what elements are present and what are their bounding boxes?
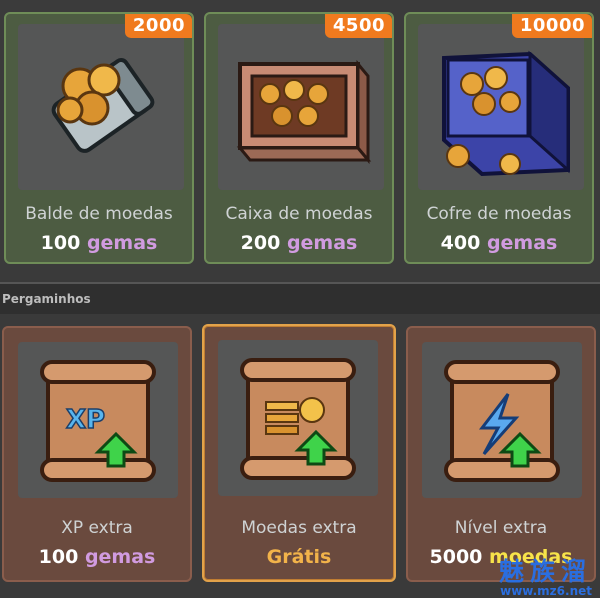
- item-name: Balde de moedas: [25, 204, 173, 224]
- watermark-logo: 魅族溜: [498, 557, 592, 586]
- price-unit: gemas: [286, 232, 358, 254]
- price-amount: 100: [38, 546, 79, 568]
- item-name: Caixa de moedas: [225, 204, 373, 224]
- xp-icon-text: XP: [66, 405, 105, 435]
- price-unit: gemas: [486, 232, 558, 254]
- item-image-frame: XP: [18, 342, 178, 498]
- item-name: Cofre de moedas: [426, 204, 572, 224]
- price-unit: gemas: [86, 232, 158, 254]
- coins-scroll-icon: [240, 358, 356, 480]
- section-header: Pergaminhos: [0, 282, 600, 314]
- item-image-frame: [422, 342, 582, 498]
- shop-item-coin-bucket[interactable]: 2000 Balde de moedas 100 gemas: [4, 12, 194, 264]
- item-image-frame: [218, 340, 378, 496]
- xp-scroll-icon: XP: [40, 360, 156, 482]
- price-amount: 400: [440, 232, 481, 254]
- level-scroll-icon: [444, 360, 560, 482]
- shop-item-coins-scroll[interactable]: Moedas extra Grátis: [202, 324, 396, 582]
- shop-item-level-scroll[interactable]: Nível extra 5000 moedas: [406, 326, 596, 582]
- item-name: XP extra: [61, 518, 133, 538]
- item-image-frame: [418, 24, 584, 190]
- item-price-free: Grátis: [266, 546, 332, 568]
- section-title: Pergaminhos: [2, 292, 91, 306]
- quantity-badge: 4500: [324, 14, 392, 38]
- price-unit: gemas: [84, 546, 156, 568]
- coin-chest-icon: [442, 50, 570, 177]
- item-image-frame: [18, 24, 184, 190]
- item-price: 100 gemas: [4, 546, 190, 568]
- price-amount: 100: [40, 232, 81, 254]
- item-image-frame: [218, 24, 384, 190]
- shop-item-coin-crate[interactable]: 4500 Caixa de moedas 200 gemas: [204, 12, 394, 264]
- coin-bucket-icon: [51, 58, 155, 153]
- quantity-badge: 2000: [124, 14, 192, 38]
- item-price: 100 gemas: [6, 232, 192, 254]
- quantity-badge: 10000: [511, 14, 592, 38]
- item-price: 200 gemas: [206, 232, 392, 254]
- item-price: 400 gemas: [406, 232, 592, 254]
- item-name: Nível extra: [454, 518, 548, 538]
- coin-crate-icon: [236, 59, 372, 165]
- price-amount: 200: [240, 232, 281, 254]
- item-name: Moedas extra: [241, 518, 357, 538]
- shop-item-xp-scroll[interactable]: XP XP extra 100 gemas: [2, 326, 192, 582]
- watermark: 魅族溜 www.mz6.net: [442, 552, 592, 598]
- shop-item-coin-chest[interactable]: 10000 Cofre de moedas 400 gemas: [404, 12, 594, 264]
- coin-shop-row: 2000 Balde de moedas 100 gemas 4500 Caix…: [0, 0, 600, 270]
